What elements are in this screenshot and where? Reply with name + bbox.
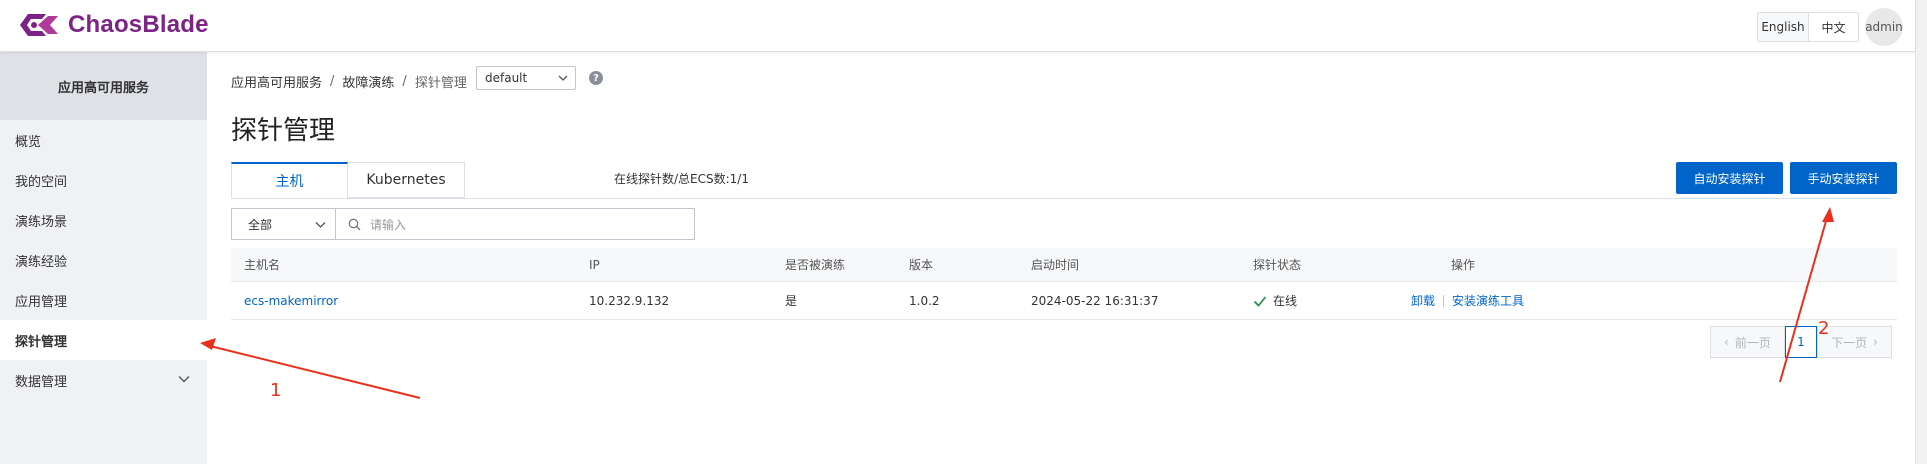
column-header: 版本 — [909, 258, 934, 272]
breadcrumb-separator: / — [402, 74, 407, 89]
sidebar-title: 应用高可用服务 — [0, 52, 207, 120]
next-page-label: 下一页 — [1831, 335, 1868, 350]
sidebar-item-label: 应用管理 — [15, 294, 68, 310]
check-icon — [1253, 295, 1267, 307]
sidebar-item-label: 概览 — [15, 134, 42, 150]
status-text: 在线 — [1273, 294, 1298, 308]
column-header: IP — [589, 257, 600, 272]
status-filter-select[interactable]: 全部 — [231, 208, 335, 240]
actions-cell: 卸载 安装演练工具 — [1411, 282, 1524, 319]
tabs-divider — [231, 198, 1893, 199]
prev-page-button[interactable]: ‹ 前一页 — [1710, 326, 1785, 358]
lang-chinese-button[interactable]: 中文 — [1808, 13, 1858, 41]
filter-value: 全部 — [248, 217, 273, 232]
main-content: 应用高可用服务 / 故障演练 / 探针管理 default ? 探针管理 主机 … — [207, 52, 1915, 464]
annotation-label-2: 2 — [1818, 318, 1830, 339]
column-header: 操作 — [1451, 258, 1476, 272]
uninstall-link[interactable]: 卸载 — [1411, 292, 1435, 309]
sidebar-item-label: 演练场景 — [15, 214, 68, 230]
chevron-down-icon[interactable] — [177, 372, 191, 386]
prev-page-label: 前一页 — [1734, 335, 1771, 350]
lang-english-button[interactable]: English — [1758, 13, 1808, 41]
sidebar: 应用高可用服务 概览 我的空间 演练场景 演练经验 应用管理 探针管理 数据管理 — [0, 52, 207, 464]
page-title: 探针管理 — [231, 116, 336, 146]
sidebar-item-label: 我的空间 — [15, 174, 68, 190]
auto-install-probe-button[interactable]: 自动安装探针 — [1676, 162, 1783, 194]
namespace-value: default — [485, 71, 528, 85]
search-placeholder: 请输入 — [370, 217, 407, 232]
app-logo[interactable]: ChaosBlade — [16, 10, 209, 40]
user-avatar[interactable]: admin — [1865, 8, 1903, 46]
table-row: ecs-makemirror 10.232.9.132 是 1.0.2 2024… — [231, 282, 1897, 320]
column-header: 探针状态 — [1253, 258, 1302, 272]
probe-count-text: 在线探针数/总ECS数:1/1 — [614, 172, 749, 186]
sidebar-item-label: 探针管理 — [15, 334, 68, 350]
drilled-cell: 是 — [785, 294, 798, 308]
chaosblade-logo-icon — [20, 14, 58, 36]
action-divider — [1443, 294, 1445, 307]
breadcrumb-item[interactable]: 应用高可用服务 — [231, 72, 322, 91]
install-drill-tool-link[interactable]: 安装演练工具 — [1452, 292, 1524, 309]
breadcrumb: 应用高可用服务 / 故障演练 / 探针管理 — [231, 72, 467, 91]
breadcrumb-separator: / — [330, 74, 335, 89]
language-switch: English 中文 — [1757, 12, 1859, 42]
column-header: 主机名 — [244, 258, 281, 272]
chevron-down-icon — [315, 222, 326, 228]
probe-table: 主机名 IP 是否被演练 版本 启动时间 探针状态 操作 ecs-makemir… — [231, 248, 1897, 320]
sidebar-item-my-space[interactable]: 我的空间 — [0, 160, 207, 200]
help-icon[interactable]: ? — [589, 71, 603, 85]
sidebar-item-data-management[interactable]: 数据管理 — [0, 360, 207, 400]
tab-host[interactable]: 主机 — [231, 162, 348, 198]
page-scrollbar[interactable] — [1915, 0, 1927, 464]
sidebar-item-label: 数据管理 — [15, 374, 68, 390]
ip-cell: 10.232.9.132 — [589, 293, 670, 308]
namespace-select[interactable]: default — [476, 66, 576, 90]
sidebar-item-label: 演练经验 — [15, 254, 68, 270]
search-icon — [348, 218, 361, 231]
sidebar-item-overview[interactable]: 概览 — [0, 120, 207, 160]
version-cell: 1.0.2 — [909, 293, 940, 308]
status-cell: 在线 — [1253, 282, 1297, 319]
hostname-link[interactable]: ecs-makemirror — [244, 282, 338, 319]
host-type-tabs: 主机 Kubernetes — [231, 162, 465, 198]
annotation-label-1: 1 — [270, 380, 282, 401]
manual-install-probe-button[interactable]: 手动安装探针 — [1790, 162, 1897, 194]
table-header: 主机名 IP 是否被演练 版本 启动时间 探针状态 操作 — [231, 248, 1897, 282]
sidebar-item-app-management[interactable]: 应用管理 — [0, 280, 207, 320]
chevron-down-icon — [558, 75, 568, 81]
sidebar-item-scenarios[interactable]: 演练场景 — [0, 200, 207, 240]
page-number-button[interactable]: 1 — [1785, 326, 1817, 358]
top-header: ChaosBlade English 中文 admin — [0, 0, 1915, 52]
start-time-cell: 2024-05-22 16:31:37 — [1031, 293, 1159, 308]
breadcrumb-current: 探针管理 — [414, 76, 467, 91]
tab-kubernetes[interactable]: Kubernetes — [348, 162, 465, 198]
column-header: 启动时间 — [1031, 258, 1080, 272]
column-header: 是否被演练 — [785, 258, 846, 272]
sidebar-item-experience[interactable]: 演练经验 — [0, 240, 207, 280]
chevron-left-icon: ‹ — [1724, 335, 1729, 349]
breadcrumb-item[interactable]: 故障演练 — [342, 72, 394, 91]
app-name: ChaosBlade — [68, 11, 209, 38]
search-input[interactable]: 请输入 — [335, 208, 695, 240]
sidebar-item-probe-management[interactable]: 探针管理 — [0, 320, 207, 360]
chevron-right-icon: › — [1873, 335, 1878, 349]
pagination: ‹ 前一页 1 下一页 › — [1710, 326, 1892, 358]
